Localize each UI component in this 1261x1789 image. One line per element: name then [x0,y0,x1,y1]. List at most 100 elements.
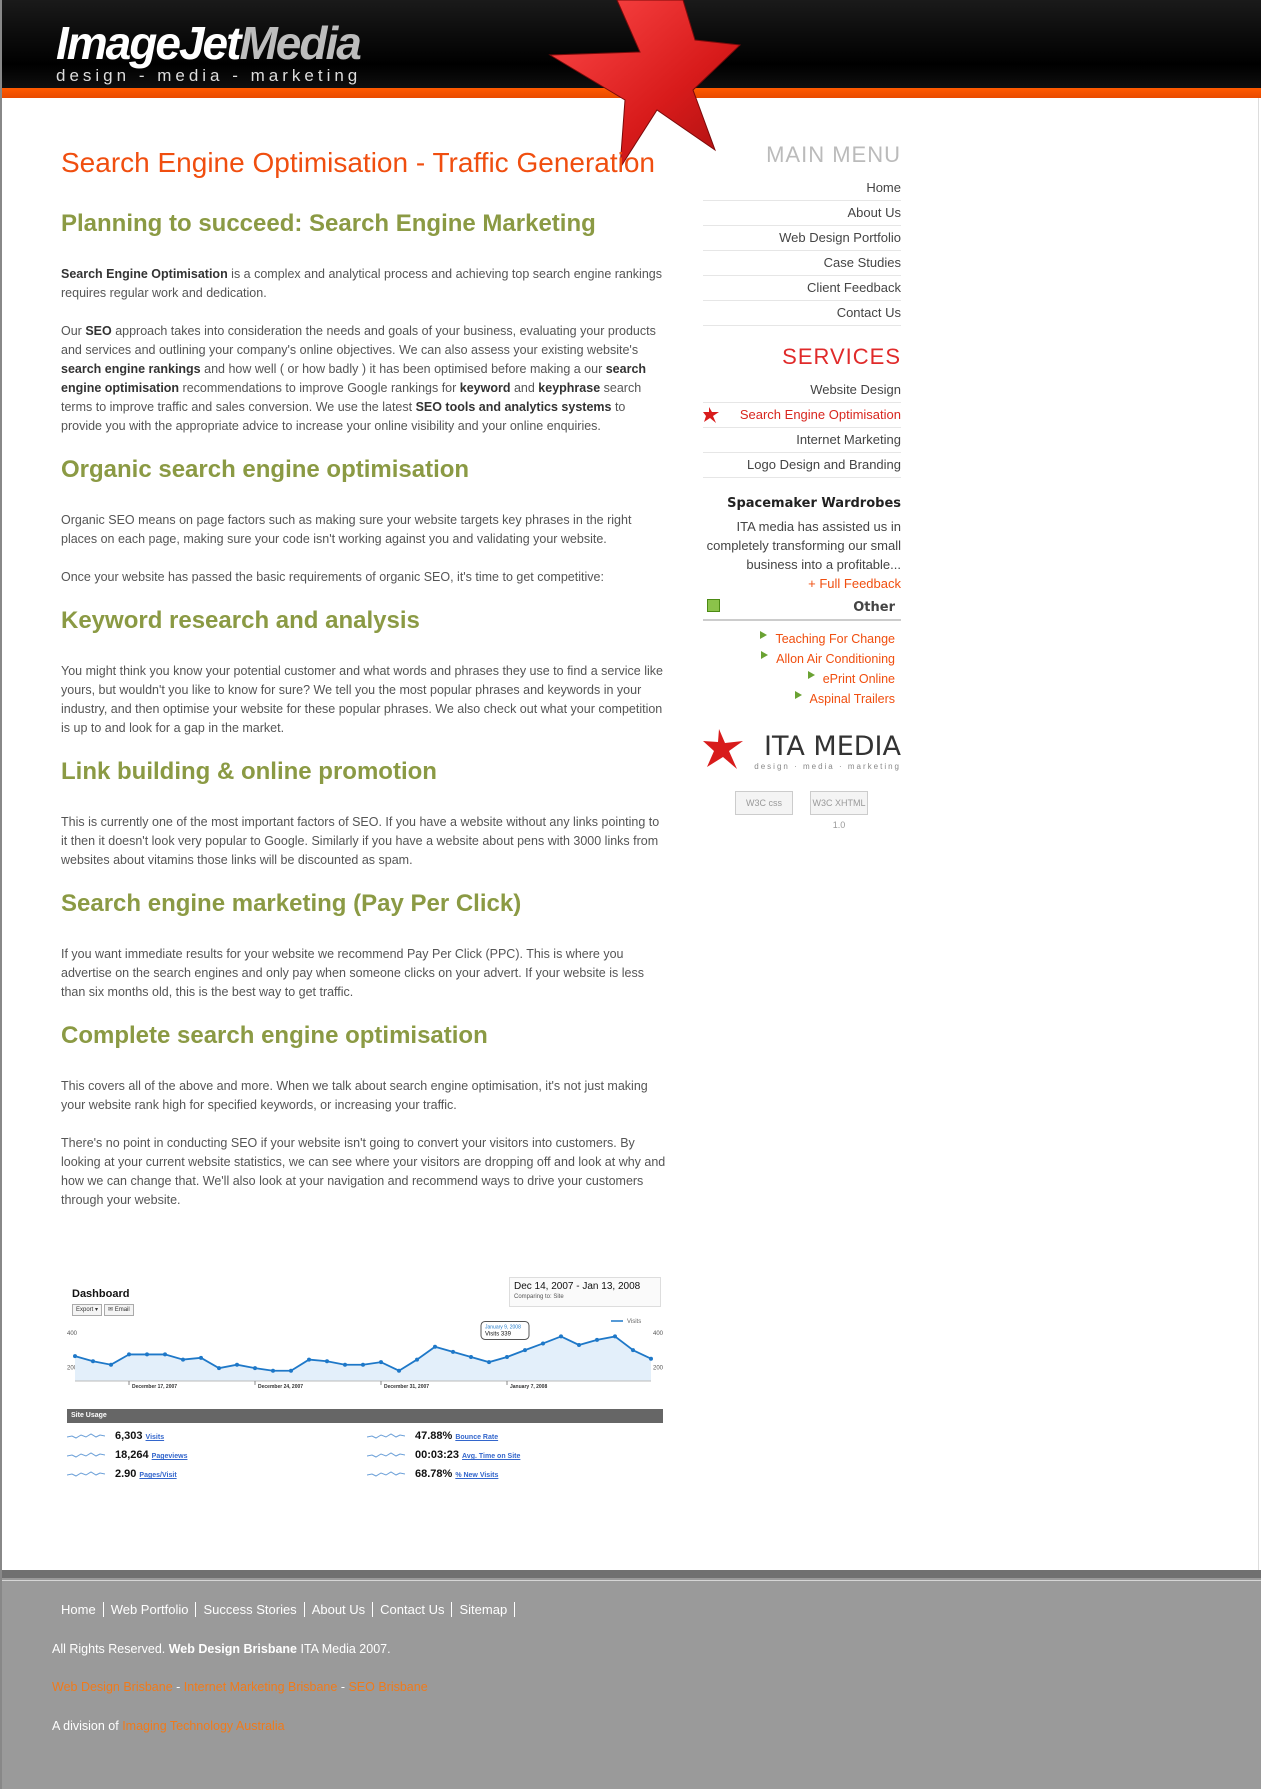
ita-logo-text: ITA MEDIA [764,731,901,762]
main-menu-item[interactable]: Web Design Portfolio [703,226,901,251]
services-menu-item[interactable]: Website Design [703,378,901,403]
visits-point [631,1348,635,1353]
green-arrow-icon [760,630,768,639]
footer-link-separator: - [172,1680,184,1694]
section-paragraph: Organic SEO means on page factors such a… [61,513,632,546]
other-label: Other [853,600,895,615]
content-section: Complete search engine optimisation This … [61,1021,666,1210]
main-menu-item[interactable]: Contact Us [703,301,901,326]
main-menu-item[interactable]: About Us [703,201,901,226]
copyright-prefix: All Rights Reserved. [52,1642,169,1656]
tooltip-date: January 9, 2008 [485,1324,521,1330]
section-paragraph: Our SEO approach takes into consideratio… [61,324,656,433]
other-link[interactable]: Aspinal Trailers [703,689,901,709]
x-axis-label: December 31, 2007 [384,1384,429,1390]
footer-link-separator: - [337,1680,349,1694]
visits-point [415,1357,419,1362]
footer-top-bar [2,1570,1261,1578]
footer-link[interactable]: Web Design Brisbane [52,1680,173,1694]
visits-point [127,1352,131,1357]
site-footer: Home Web Portfolio Success Stories About Us… [2,1570,1261,1789]
w3c-css-badge[interactable]: W3C css [735,791,793,815]
footer-link[interactable]: Internet Marketing Brisbane [184,1680,338,1694]
usage-stat-label[interactable]: Avg. Time on Site [462,1453,520,1460]
sparkline-icon [367,1452,405,1458]
visits-point [253,1366,257,1371]
visits-point [451,1349,455,1354]
sparkline-icon [67,1452,105,1458]
usage-stat-label[interactable]: % New Visits [455,1472,498,1479]
usage-stat-label[interactable]: Bounce Rate [455,1434,498,1441]
visits-point [523,1348,527,1353]
visits-point [91,1359,95,1364]
legend-label: Visits [627,1319,641,1325]
usage-stat-label[interactable]: Pages/Visit [139,1472,176,1479]
services-menu-item[interactable]: Internet Marketing [703,428,901,453]
services-menu-label: Search Engine Optimisation [739,407,901,422]
visits-point [217,1366,221,1371]
main-menu-item[interactable]: Home [703,176,901,201]
sparkline-icon [67,1433,105,1439]
main-menu-label: Client Feedback [807,280,901,295]
sparkline-icon [67,1471,105,1477]
footer-nav-item[interactable]: About Us [304,1602,374,1617]
site-logo[interactable]: ImageJetMedia [56,16,362,70]
section-paragraph: This is currently one of the most import… [61,815,660,867]
services-menu-item[interactable]: Search Engine Optimisation [703,403,901,428]
ita-logo-tagline: design · media · marketing [754,762,901,771]
section-paragraph: There's no point in conducting SEO if yo… [61,1136,666,1207]
services-menu-item[interactable]: Logo Design and Branding [703,453,901,478]
visits-point [595,1337,599,1342]
main-menu-label: About Us [847,205,901,220]
usage-stat-label[interactable]: Pageviews [152,1453,188,1460]
footer-nav: Home Web Portfolio Success Stories About Us… [54,1602,516,1617]
footer-nav-item[interactable]: Home [54,1602,104,1617]
usage-stat-label[interactable]: Visits [146,1434,165,1441]
green-arrow-icon [794,690,802,699]
visits-point [343,1362,347,1367]
other-link[interactable]: Allon Air Conditioning [703,649,901,669]
usage-stat-value: 2.90 [115,1468,137,1480]
main-menu-item[interactable]: Client Feedback [703,276,901,301]
other-link[interactable]: Teaching For Change [703,629,901,649]
content-section: Search engine marketing (Pay Per Click) I… [61,889,666,1002]
full-feedback-link[interactable]: + Full Feedback [703,576,901,591]
testimonial: Spacemaker Wardrobes ITA media has assis… [703,496,901,591]
footer-link[interactable]: SEO Brisbane [348,1680,427,1694]
usage-stat-value: 18,264 [115,1449,149,1461]
other-link-label: Allon Air Conditioning [776,652,895,666]
other-links: Teaching For Change Allon Air Conditionin… [703,629,901,709]
visits-point [379,1360,383,1365]
usage-stat: 2.90 Pages/Visit [67,1468,177,1482]
visits-point [541,1341,545,1346]
visits-point [559,1334,563,1339]
footer-nav-item[interactable]: Success Stories [196,1602,305,1617]
services-heading: SERVICES [782,344,901,369]
content-sections: Planning to succeed: Search Engine Marke… [61,209,666,1210]
footer-nav-item[interactable]: Sitemap [452,1602,516,1617]
testimonial-body: ITA media has assisted us in completely … [706,519,901,572]
footer-nav-item[interactable]: Contact Us [373,1602,453,1617]
footer-nav-item[interactable]: Web Portfolio [103,1602,197,1617]
main-menu-label: Home [866,180,901,195]
footer-division: A division of Imaging Technology Austral… [52,1719,285,1733]
usage-stat: 6,303 Visits [67,1430,164,1444]
footer-links: Web Design Brisbane - Internet Marketing… [52,1680,428,1694]
other-icon[interactable] [707,599,720,612]
y-axis-label: 400 [653,1331,663,1337]
visits-point [649,1356,653,1361]
services-menu-label: Logo Design and Branding [747,457,901,472]
w3c-xhtml-badge[interactable]: W3C XHTML 1.0 [810,791,868,830]
visits-point [361,1362,365,1367]
y-axis-label: 200 [653,1365,663,1371]
visits-point [109,1362,113,1367]
other-link[interactable]: ePrint Online [703,669,901,689]
section-paragraph: Once your website has passed the basic r… [61,570,604,584]
x-axis-label: December 17, 2007 [132,1384,177,1390]
division-link[interactable]: Imaging Technology Australia [122,1719,284,1733]
w3c-badges: W3C css W3C XHTML 1.0 [703,791,901,830]
main-menu-item[interactable]: Case Studies [703,251,901,276]
section-heading: Link building & online promotion [61,758,437,785]
section-paragraph: This covers all of the above and more. W… [61,1079,648,1112]
content-section: Link building & online promotion This is … [61,757,666,870]
